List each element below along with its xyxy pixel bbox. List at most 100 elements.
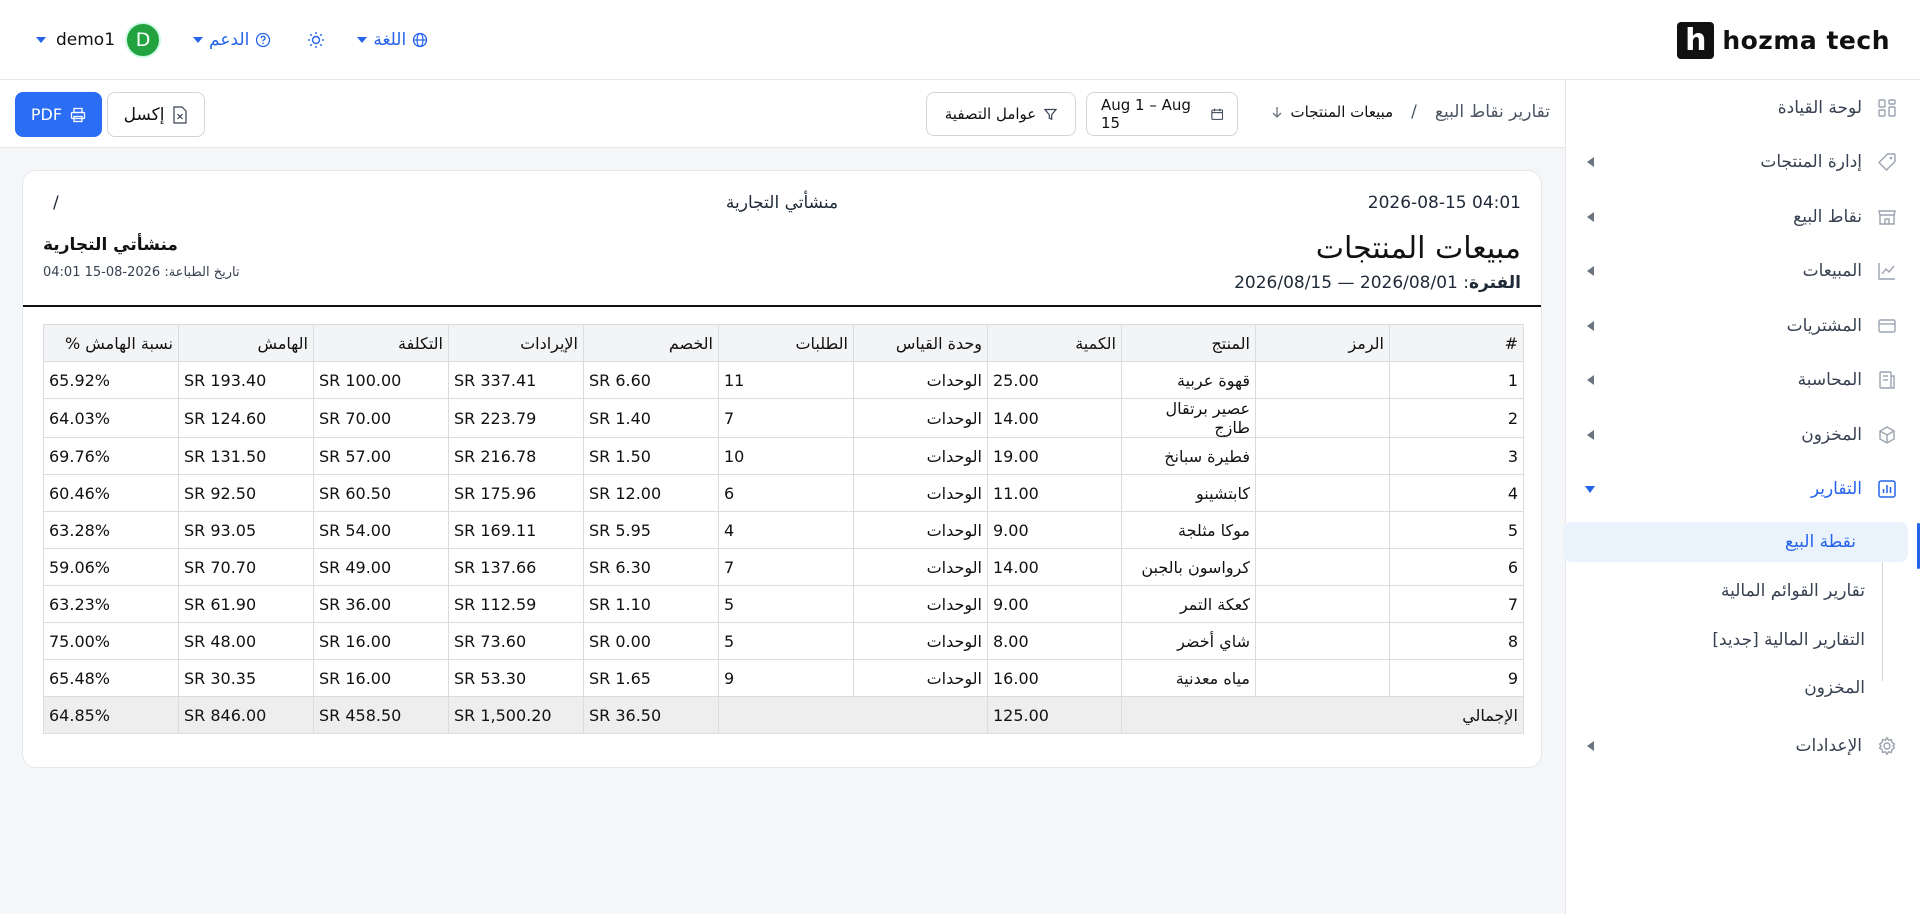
print-header: 2026-08-15 04:01 منشأتي التجارية / [23, 193, 1541, 217]
table-cell: 60.46% [43, 474, 179, 512]
printer-icon [70, 107, 86, 122]
support-label: الدعم [209, 30, 250, 50]
table-cell: 9.00 [987, 585, 1122, 623]
column-header[interactable]: الطلبات [718, 324, 854, 362]
column-header[interactable]: الخصم [583, 324, 719, 362]
user-menu[interactable]: demo1 D [36, 22, 162, 58]
column-header[interactable]: الإيرادات [448, 324, 584, 362]
sidebar-item-products[interactable]: إدارة المنتجات [1565, 142, 1920, 182]
arrow-down-icon [1272, 107, 1282, 118]
total-empty [718, 696, 988, 734]
report-selector[interactable]: مبيعات المنتجات [1271, 103, 1394, 121]
table-cell: SR 60.50 [313, 474, 449, 512]
sidebar-item-pos[interactable]: نقاط البيع [1565, 197, 1920, 237]
table-cell: الوحدات [853, 585, 988, 623]
export-excel-label: إكسل [123, 104, 165, 125]
export-pdf-label: PDF [30, 105, 63, 124]
column-header[interactable]: # [1389, 324, 1524, 362]
table-row: 7 كعكة التمر 9.00 الوحدات 5 SR 1.10 SR 112.59 S… [43, 585, 1524, 623]
sidebar-item-dashboard[interactable]: لوحة القيادة [1565, 88, 1920, 128]
filters-button[interactable]: عوامل التصفية [926, 92, 1076, 136]
table-cell [1255, 511, 1390, 549]
submenu-item-inventory[interactable]: المخزون [1575, 668, 1865, 708]
print-date: تاريخ الطباعة: 2026-08-15 04:01 [43, 265, 240, 280]
sidebar-item-settings[interactable]: الإعدادات [1565, 726, 1920, 766]
table-row: 2 عصير برتقال طازج 14.00 الوحدات 7 SR 1.40 SR … [43, 398, 1524, 438]
table-cell: شاي أخضر [1121, 622, 1256, 660]
table-cell: 14.00 [987, 548, 1122, 586]
sidebar-item-label: نقاط البيع [1793, 207, 1862, 227]
report-icon [1876, 478, 1898, 500]
export-excel-button[interactable]: إكسل [107, 92, 205, 137]
support-menu[interactable]: الدعم [193, 30, 271, 50]
table-cell: SR 54.00 [313, 511, 449, 549]
column-header[interactable]: التكلفة [313, 324, 449, 362]
sidebar-item-purchases[interactable]: المشتريات [1565, 306, 1920, 346]
chevron-left-icon [1587, 375, 1594, 385]
table-cell: 69.76% [43, 437, 179, 475]
table-cell: SR 73.60 [448, 622, 584, 660]
table-header: # الرمز المنتج الكمية وحدة القياس الطلبات الخص… [43, 324, 1524, 362]
dashboard-icon [1876, 97, 1898, 119]
table-cell: SR 216.78 [448, 437, 584, 475]
product-sales-table: # الرمز المنتج الكمية وحدة القياس الطلبات الخص… [43, 324, 1524, 734]
table-cell: 4 [718, 511, 854, 549]
table-body: 1 قهوة عربية 25.00 الوحدات 11 SR 6.60 SR 337.4… [43, 361, 1524, 734]
print-header-slash: / [53, 193, 59, 213]
report-toolbar: تقارير نقاط البيع / مبيعات المنتجات Aug … [0, 80, 1565, 148]
submenu-item-pos[interactable]: نقطة البيع [1563, 522, 1908, 562]
submenu-item-label: تقارير القوائم المالية [1720, 581, 1865, 601]
report-selector-label: مبيعات المنتجات [1290, 103, 1394, 121]
table-cell: 75.00% [43, 622, 179, 660]
store-icon [1876, 206, 1898, 228]
table-row: 8 شاي أخضر 8.00 الوحدات 5 SR 0.00 SR 73.60 SR 1… [43, 622, 1524, 660]
logo[interactable]: h hozma tech [1677, 21, 1890, 59]
export-pdf-button[interactable]: PDF [15, 92, 102, 137]
theme-toggle[interactable] [307, 31, 325, 49]
table-row: 9 مياه معدنية 16.00 الوحدات 9 SR 1.65 SR 53.30… [43, 659, 1524, 697]
table-cell: الوحدات [853, 659, 988, 697]
logo-mark: h [1677, 21, 1715, 59]
help-circle-icon [256, 32, 271, 48]
sidebar-item-accounting[interactable]: المحاسبة [1565, 360, 1920, 400]
table-cell: SR 53.30 [448, 659, 584, 697]
table-cell: 1 [1389, 361, 1524, 399]
chevron-left-icon [1587, 266, 1594, 276]
column-header[interactable]: المنتج [1121, 324, 1256, 362]
breadcrumb-root[interactable]: تقارير نقاط البيع [1435, 102, 1550, 122]
top-bar: h hozma tech demo1 D الدعم اللغة [0, 0, 1920, 80]
submenu-item-label: نقطة البيع [1784, 532, 1856, 552]
language-menu[interactable]: اللغة [357, 30, 428, 50]
column-header[interactable]: الهامش [178, 324, 314, 362]
sidebar-item-label: المخزون [1801, 425, 1862, 445]
report-period: الفترة: 2026/08/01 — 2026/08/15 [1234, 273, 1521, 293]
sidebar-item-sales[interactable]: المبيعات [1565, 251, 1920, 291]
table-cell: قهوة عربية [1121, 361, 1256, 399]
column-header[interactable]: نسبة الهامش % [43, 324, 179, 362]
top-actions: demo1 D الدعم اللغة [36, 22, 428, 58]
column-header[interactable]: الكمية [987, 324, 1122, 362]
submenu-item-financial-statements[interactable]: تقارير القوائم المالية [1575, 571, 1865, 611]
total-cost: SR 458.50 [313, 696, 449, 734]
date-range-button[interactable]: Aug 1 – Aug 15 [1086, 92, 1238, 136]
sidebar-item-inventory[interactable]: المخزون [1565, 415, 1920, 455]
table-cell: الوحدات [853, 548, 988, 586]
sidebar-item-reports[interactable]: التقارير [1565, 469, 1920, 509]
table-cell: SR 6.30 [583, 548, 719, 586]
period-label: الفترة [1469, 273, 1521, 293]
table-cell: 5 [718, 585, 854, 623]
column-header[interactable]: وحدة القياس [853, 324, 988, 362]
table-cell: SR 70.00 [313, 398, 449, 438]
date-range-label: Aug 1 – Aug 15 [1101, 96, 1191, 132]
chevron-down-icon [36, 37, 46, 43]
table-cell: 9 [1389, 659, 1524, 697]
submenu-item-financial-reports-new[interactable]: التقارير المالية [جديد] [1575, 620, 1865, 660]
table-cell: كعكة التمر [1121, 585, 1256, 623]
table-cell: 16.00 [987, 659, 1122, 697]
chevron-down-icon [193, 37, 204, 43]
table-cell: الوحدات [853, 511, 988, 549]
print-header-company: منشأتي التجارية [725, 193, 839, 213]
print-header-datetime: 2026-08-15 04:01 [1367, 193, 1521, 213]
table-cell: فطيرة سبانخ [1121, 437, 1256, 475]
column-header[interactable]: الرمز [1255, 324, 1390, 362]
